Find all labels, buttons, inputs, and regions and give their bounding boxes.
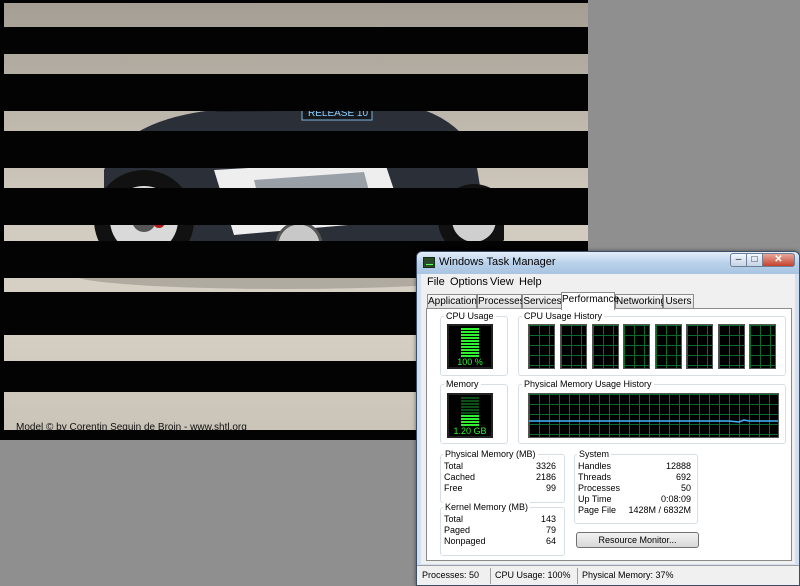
system-label: System — [577, 449, 612, 459]
cpu-core-graph — [623, 324, 650, 369]
tab-applications[interactable]: Applications — [427, 294, 482, 309]
cpu-usage-value: 100 % — [457, 357, 483, 367]
render-stripe — [0, 188, 588, 225]
tab-processes[interactable]: Processes — [477, 294, 525, 309]
physical-free-value: 99 — [545, 483, 556, 493]
memory-history-group: Physical Memory Usage History — [518, 379, 786, 444]
kernel-paged-value: 79 — [545, 525, 556, 535]
system-handles-label: Handles — [578, 461, 612, 471]
minimize-button[interactable]: – — [730, 253, 747, 267]
menu-help[interactable]: Help — [519, 276, 542, 288]
cpu-core-graph — [560, 324, 587, 369]
task-manager-window[interactable]: Windows Task Manager – □ ✕ File Options … — [416, 251, 800, 586]
tab-services[interactable]: Services — [522, 294, 563, 309]
physical-memory-group: Physical Memory (MB) Total 3326 Cached 2… — [440, 449, 565, 503]
render-stripe — [0, 27, 588, 54]
menu-view[interactable]: View — [490, 276, 514, 288]
cpu-core-graph — [655, 324, 682, 369]
task-manager-icon — [423, 257, 435, 268]
system-uptime-value: 0:08:09 — [660, 494, 691, 504]
system-pagefile-value: 1428M / 6832M — [628, 505, 691, 515]
close-button[interactable]: ✕ — [762, 253, 795, 267]
kernel-total-value: 143 — [540, 514, 556, 524]
kernel-nonpaged-value: 64 — [545, 536, 556, 546]
performance-panel: CPU Usage 100 % CPU Usage History Memory… — [426, 308, 792, 561]
client-area: Applications Processes Services Performa… — [421, 292, 795, 564]
cpu-usage-label: CPU Usage — [444, 311, 496, 321]
cpu-core-graph — [528, 324, 555, 369]
kernel-total-label: Total — [444, 514, 464, 524]
cpu-usage-group: CPU Usage 100 % — [440, 311, 508, 376]
memory-label: Memory — [444, 379, 481, 389]
system-processes-label: Processes — [578, 483, 621, 493]
physical-free-label: Free — [444, 483, 463, 493]
kernel-paged-label: Paged — [444, 525, 471, 535]
menu-file[interactable]: File — [427, 276, 445, 288]
kernel-memory-label: Kernel Memory (MB) — [443, 502, 531, 512]
tab-users[interactable]: Users — [663, 294, 694, 309]
system-handles-value: 12888 — [665, 461, 691, 471]
status-divider — [490, 568, 491, 584]
render-stripe — [0, 74, 588, 111]
system-pagefile-label: Page File — [578, 505, 617, 515]
resource-monitor-button[interactable]: Resource Monitor... — [576, 532, 699, 548]
cpu-core-graph — [718, 324, 745, 369]
memory-value: 1.20 GB — [453, 426, 487, 436]
system-uptime-label: Up Time — [578, 494, 612, 504]
menu-bar: File Options View Help — [421, 274, 795, 292]
cpu-history-group: CPU Usage History — [518, 311, 786, 376]
cpu-core-graph — [592, 324, 619, 369]
tab-networking[interactable]: Networking — [615, 294, 666, 309]
memory-meter: 1.20 GB — [447, 393, 493, 438]
cpu-core-graph — [686, 324, 713, 369]
window-title: Windows Task Manager — [439, 256, 556, 268]
status-memory: Physical Memory: 37% — [582, 570, 674, 580]
system-processes-value: 50 — [680, 483, 691, 493]
memory-history-line — [529, 419, 778, 423]
cpu-core-graph — [749, 324, 776, 369]
status-cpu: CPU Usage: 100% — [495, 570, 571, 580]
memory-bars — [461, 397, 479, 426]
render-stripe — [0, 0, 588, 3]
physical-total-label: Total — [444, 461, 464, 471]
physical-cached-value: 2186 — [535, 472, 556, 482]
memory-history-graph — [528, 393, 779, 438]
cpu-usage-bars — [461, 328, 479, 357]
system-threads-value: 692 — [675, 472, 691, 482]
kernel-memory-group: Kernel Memory (MB) Total 143 Paged 79 No… — [440, 502, 565, 556]
maximize-button[interactable]: □ — [746, 253, 763, 267]
physical-cached-label: Cached — [444, 472, 476, 482]
cpu-usage-meter: 100 % — [447, 324, 493, 369]
render-stripe — [0, 131, 588, 168]
title-bar[interactable]: Windows Task Manager – □ ✕ — [417, 252, 799, 274]
memory-group: Memory 1.20 GB — [440, 379, 508, 444]
physical-memory-label: Physical Memory (MB) — [443, 449, 538, 459]
cpu-history-label: CPU Usage History — [522, 311, 605, 321]
kernel-nonpaged-label: Nonpaged — [444, 536, 486, 546]
status-divider — [577, 568, 578, 584]
memory-history-label: Physical Memory Usage History — [522, 379, 654, 389]
system-threads-label: Threads — [578, 472, 612, 482]
status-bar: Processes: 50 CPU Usage: 100% Physical M… — [417, 565, 799, 585]
physical-total-value: 3326 — [535, 461, 556, 471]
tab-performance[interactable]: Performance — [561, 292, 619, 310]
menu-options[interactable]: Options — [450, 276, 488, 288]
system-group: System Handles 12888 Threads 692 Process… — [574, 449, 698, 524]
status-processes: Processes: 50 — [422, 570, 480, 580]
